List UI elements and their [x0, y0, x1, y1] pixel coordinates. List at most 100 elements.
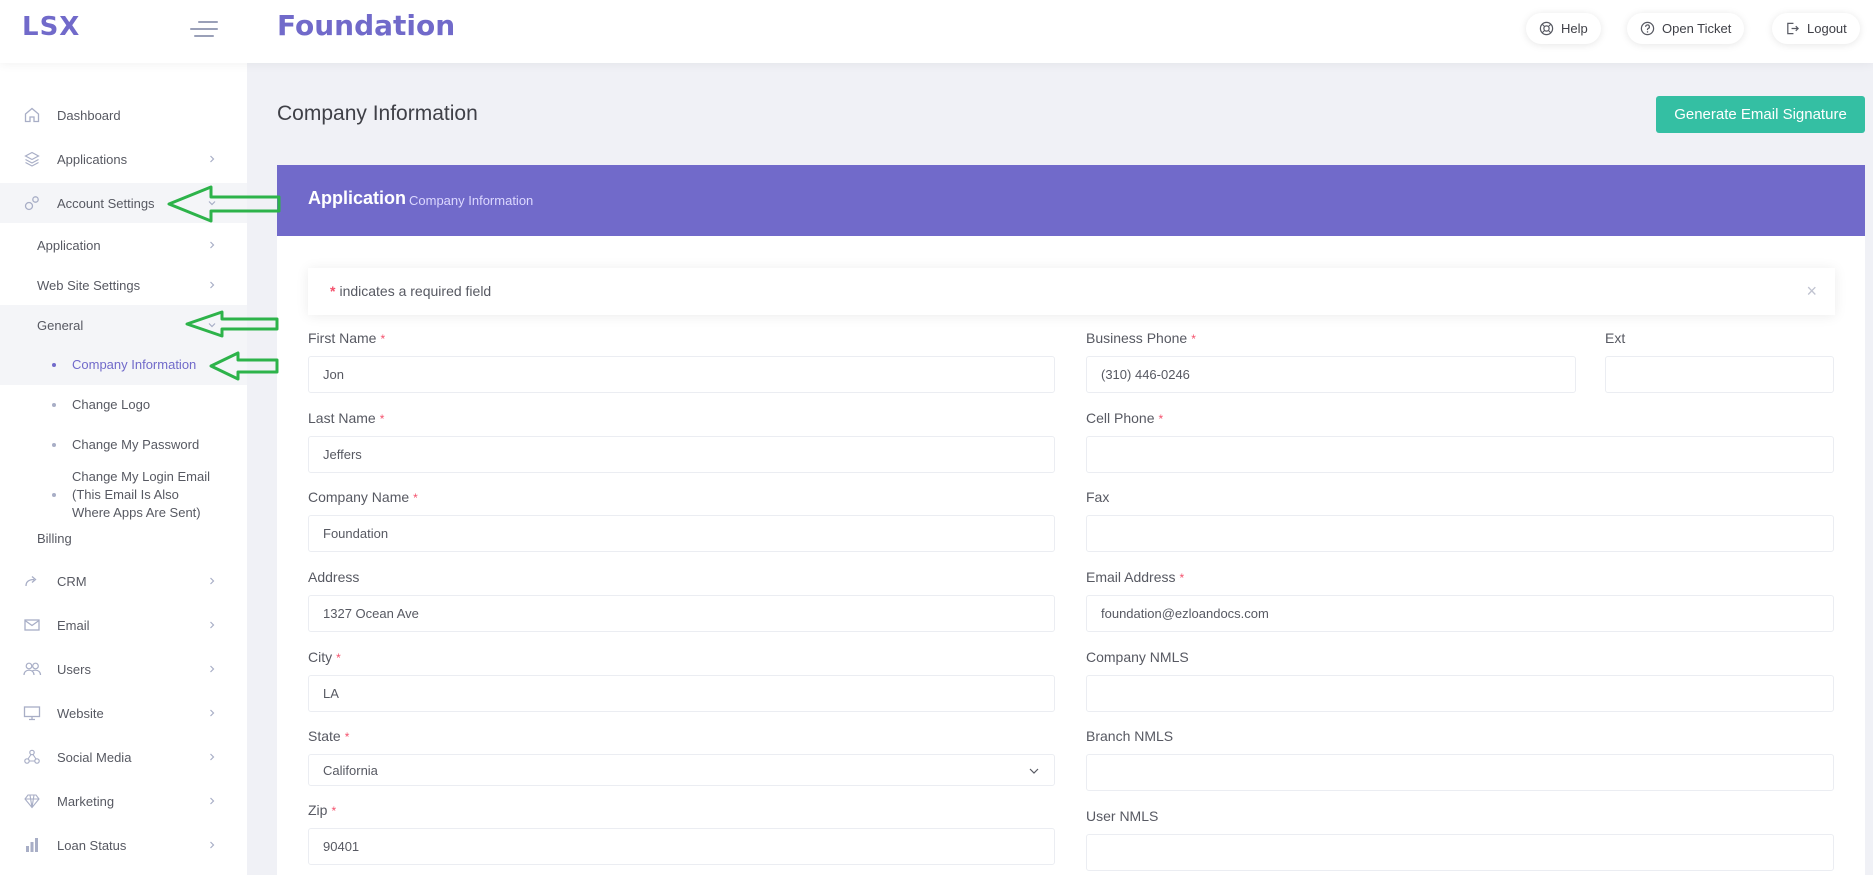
company-nmls-label: Company NMLS [1086, 649, 1189, 665]
ext-field[interactable] [1605, 356, 1834, 393]
share-arrow-icon [22, 571, 42, 591]
help-button[interactable]: Help [1526, 13, 1601, 44]
branch-nmls-field[interactable] [1086, 754, 1834, 791]
sidebar-item-users[interactable]: Users [0, 649, 247, 689]
sidebar-item-email[interactable]: Email [0, 605, 247, 645]
bullet-icon [52, 493, 56, 497]
label-text: Business Phone [1086, 330, 1188, 346]
label-text: Company Name [308, 489, 410, 505]
address-field[interactable]: 1327 Ocean Ave [308, 595, 1055, 632]
form-portlet: Application Company Information * indicat… [277, 165, 1865, 875]
sidebar-item-website[interactable]: Website [0, 693, 247, 733]
open-ticket-label: Open Ticket [1662, 21, 1732, 36]
logout-button[interactable]: Logout [1772, 13, 1860, 44]
chevron-right-icon [210, 797, 215, 805]
close-icon[interactable]: × [1806, 281, 1817, 302]
required-asterisk: * [1191, 332, 1196, 346]
sidebar-item-label: Website [57, 705, 104, 721]
sidebar-leaf-company-information[interactable]: Company Information [0, 345, 247, 385]
alert-message: * indicates a required field [330, 283, 491, 299]
zip-field[interactable]: 90401 [308, 828, 1055, 865]
label-text: Last Name [308, 410, 376, 426]
email-address-field[interactable]: foundation@ezloandocs.com [1086, 595, 1834, 632]
sidebar-item-dashboard[interactable]: Dashboard [0, 95, 247, 135]
last-name-label: Last Name * [308, 410, 384, 426]
sidebar-item-applications[interactable]: Applications [0, 139, 247, 179]
company-name-label: Company Name * [308, 489, 418, 505]
city-field[interactable]: LA [308, 675, 1055, 712]
required-field-alert: * indicates a required field × [308, 268, 1835, 315]
sidebar-item-label: Dashboard [57, 107, 121, 123]
gears-icon [22, 193, 42, 213]
leaf-line: (This Email Is Also [72, 487, 179, 502]
required-asterisk: * [380, 332, 386, 346]
sidebar-item-loan-status[interactable]: Loan Status [0, 825, 247, 865]
sidebar-item-marketing[interactable]: Marketing [0, 781, 247, 821]
required-asterisk: * [379, 412, 385, 426]
chevron-right-icon [210, 621, 215, 629]
home-icon [22, 105, 42, 125]
leaf-line: Where Apps Are Sent) [72, 505, 201, 520]
fax-field[interactable] [1086, 515, 1834, 552]
required-asterisk: * [330, 283, 336, 299]
sidebar-subitem-web-site-settings[interactable]: Web Site Settings [0, 265, 247, 305]
sidebar-leaf-change-login-email[interactable]: Change My Login Email (This Email Is Als… [0, 465, 247, 525]
diamond-icon [22, 791, 42, 811]
leaf-line: Change My Login Email [72, 469, 211, 484]
business-phone-label: Business Phone * [1086, 330, 1196, 346]
required-asterisk: * [413, 491, 418, 505]
sidebar-leaf-label: Change My Password [72, 437, 200, 452]
logout-icon [1787, 22, 1799, 35]
sidebar-item-label: Loan Status [57, 837, 127, 853]
chevron-down-icon [208, 323, 216, 328]
first-name-field[interactable]: Jon [308, 356, 1055, 393]
sidebar-item-label: CRM [57, 573, 87, 589]
sidebar-item-crm[interactable]: CRM [0, 561, 247, 601]
business-phone-field[interactable]: (310) 446-0246 [1086, 356, 1576, 393]
sidebar-subitem-label: Billing [37, 530, 72, 546]
sidebar-item-social-media[interactable]: Social Media [0, 737, 247, 777]
sidebar-leaf-change-logo[interactable]: Change Logo [0, 385, 247, 425]
company-nmls-field[interactable] [1086, 675, 1834, 712]
sidebar-leaf-change-password[interactable]: Change My Password [0, 425, 247, 465]
state-select[interactable]: California [308, 754, 1055, 786]
last-name-field[interactable]: Jeffers [308, 436, 1055, 473]
label-text: Email Address [1086, 569, 1176, 585]
chevron-right-icon [210, 281, 215, 289]
first-name-label: First Name * [308, 330, 385, 346]
generate-email-signature-button[interactable]: Generate Email Signature [1656, 96, 1865, 133]
user-nmls-label: User NMLS [1086, 808, 1159, 824]
sidebar-item-label: Email [57, 617, 90, 633]
city-label: City * [308, 649, 341, 665]
sidebar-subitem-label: Web Site Settings [37, 277, 141, 293]
chevron-down-icon [208, 201, 216, 206]
open-ticket-button[interactable]: Open Ticket [1627, 13, 1745, 44]
required-asterisk: * [1179, 571, 1185, 585]
user-nmls-field[interactable] [1086, 834, 1834, 871]
sidebar-leaf-label: Company Information [72, 357, 197, 372]
sidebar-item-account-settings[interactable]: Account Settings [0, 183, 247, 223]
menu-toggle-icon[interactable] [190, 18, 218, 40]
sidebar-leaf-label: Change My Login Email (This Email Is Als… [72, 468, 210, 522]
chevron-right-icon [210, 665, 215, 673]
alert-text: indicates a required field [339, 283, 492, 299]
app-logo[interactable]: LSX [22, 12, 80, 42]
cell-phone-field[interactable] [1086, 436, 1834, 473]
sidebar-item-label: Applications [57, 151, 128, 167]
portlet-subtitle: Company Information [409, 193, 534, 208]
company-brand-title: Foundation [277, 9, 456, 42]
required-asterisk: * [1158, 412, 1164, 426]
sidebar-subitem-application[interactable]: Application [0, 225, 247, 265]
page-title: Company Information [277, 102, 478, 125]
zip-label: Zip * [308, 802, 336, 818]
sidebar-subitem-billing[interactable]: Billing [0, 521, 247, 555]
portlet-title: Application [308, 188, 406, 208]
sidebar-subitem-label: General [37, 317, 84, 333]
sidebar-leaf-label: Change Logo [72, 397, 151, 412]
bullet-icon [52, 403, 56, 407]
sidebar-subitem-general[interactable]: General [0, 305, 247, 345]
users-icon [22, 659, 42, 679]
company-name-field[interactable]: Foundation [308, 515, 1055, 552]
portlet-header: Application Company Information [277, 165, 1865, 236]
state-selected-value: California [323, 762, 378, 778]
